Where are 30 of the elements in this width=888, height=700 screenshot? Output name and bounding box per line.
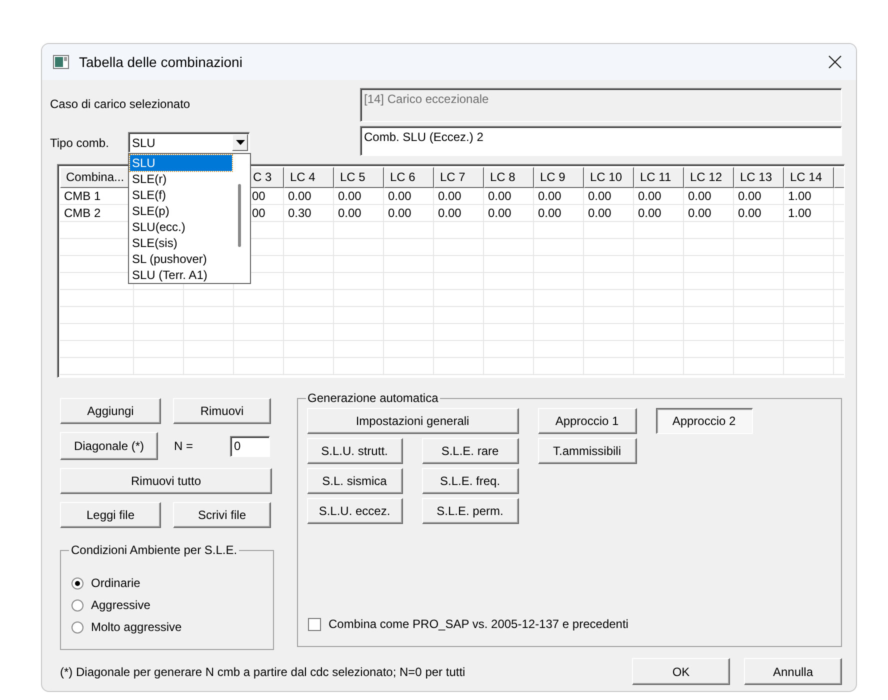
table-cell: 0.00 — [634, 205, 684, 222]
load-case-field: [14] Carico eccezionale — [360, 88, 842, 122]
n-label: N = — [174, 439, 194, 453]
table-cell: 0.00 — [534, 188, 584, 205]
window-title: Tabella delle combinazioni — [79, 54, 244, 70]
footnote-text: (*) Diagonale per generare N cmb a partire dal cdc selezionato; N=0 per tutti — [60, 664, 466, 678]
table-cell: 0.30 — [284, 205, 334, 222]
table-cell: 0.00 — [384, 188, 434, 205]
table-cell: 1.00 — [784, 205, 834, 222]
table-cell: 0.00 — [434, 188, 484, 205]
table-cell: 0.00 — [284, 188, 334, 205]
table-cell: 0.00 — [684, 188, 734, 205]
table-cell: 0.00 — [734, 205, 784, 222]
group-title: Condizioni Ambiente per S.L.E. — [69, 543, 240, 557]
table-cell: 0.00 — [384, 205, 434, 222]
table-cell: 1.00 — [784, 188, 834, 205]
table-cell: 0.00 — [484, 188, 534, 205]
table-cell: 0.00 — [334, 205, 384, 222]
field-label: Caso di carico selezionato — [50, 97, 192, 111]
table-cell: 0.00 — [334, 188, 384, 205]
group-title: Generazione automatica — [306, 391, 440, 405]
table-cell: 0.00 — [584, 205, 634, 222]
table-cell: 0.00 — [434, 205, 484, 222]
table-cell: 0.00 — [484, 205, 534, 222]
table-cell: 0.00 — [584, 188, 634, 205]
table-cell: 0.00 — [534, 205, 584, 222]
table-cell: 0.00 — [634, 188, 684, 205]
table-cell: 0.00 — [684, 205, 734, 222]
field-label: Tipo comb. — [50, 136, 110, 150]
table-cell: 0.00 — [734, 188, 784, 205]
